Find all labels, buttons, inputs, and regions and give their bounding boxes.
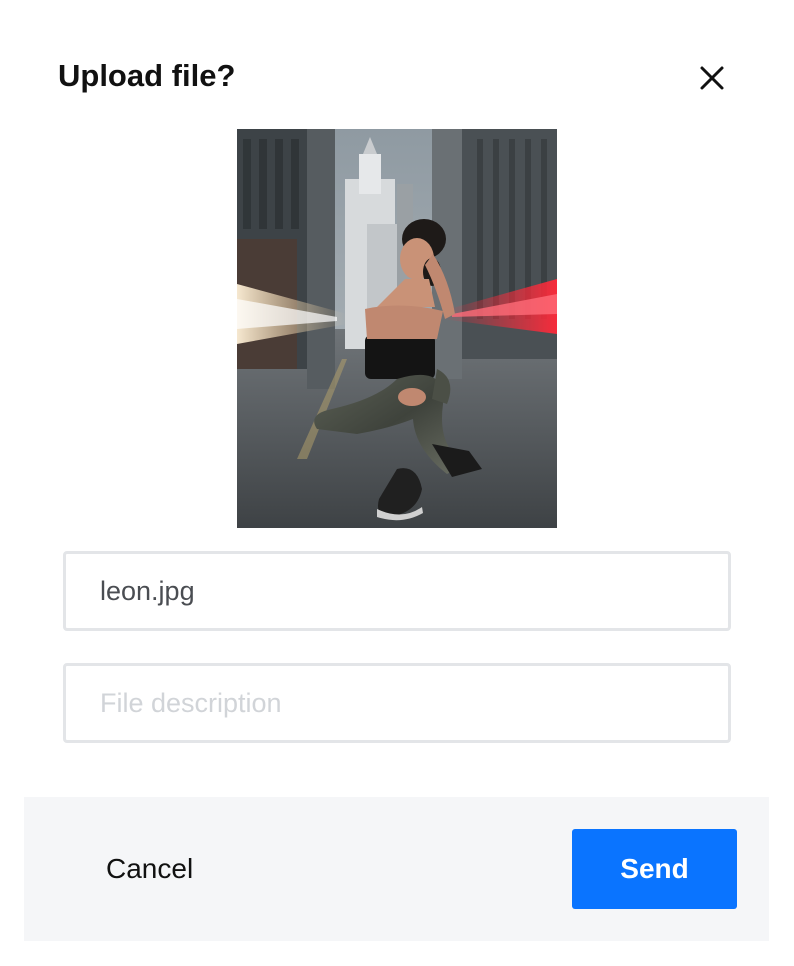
send-button[interactable]: Send xyxy=(572,829,737,909)
file-description-field[interactable] xyxy=(63,663,731,743)
file-name-field[interactable] xyxy=(63,551,731,631)
cancel-button[interactable]: Cancel xyxy=(94,845,205,893)
close-button[interactable] xyxy=(692,58,732,98)
close-icon xyxy=(692,58,732,98)
dialog-footer: Cancel Send xyxy=(24,797,769,941)
image-preview xyxy=(237,129,557,528)
file-name-input[interactable] xyxy=(66,554,728,628)
file-description-input[interactable] xyxy=(66,666,728,740)
upload-file-dialog: Upload file? leon.jpg File description C… xyxy=(0,0,794,966)
dialog-title: Upload file? xyxy=(58,58,236,93)
